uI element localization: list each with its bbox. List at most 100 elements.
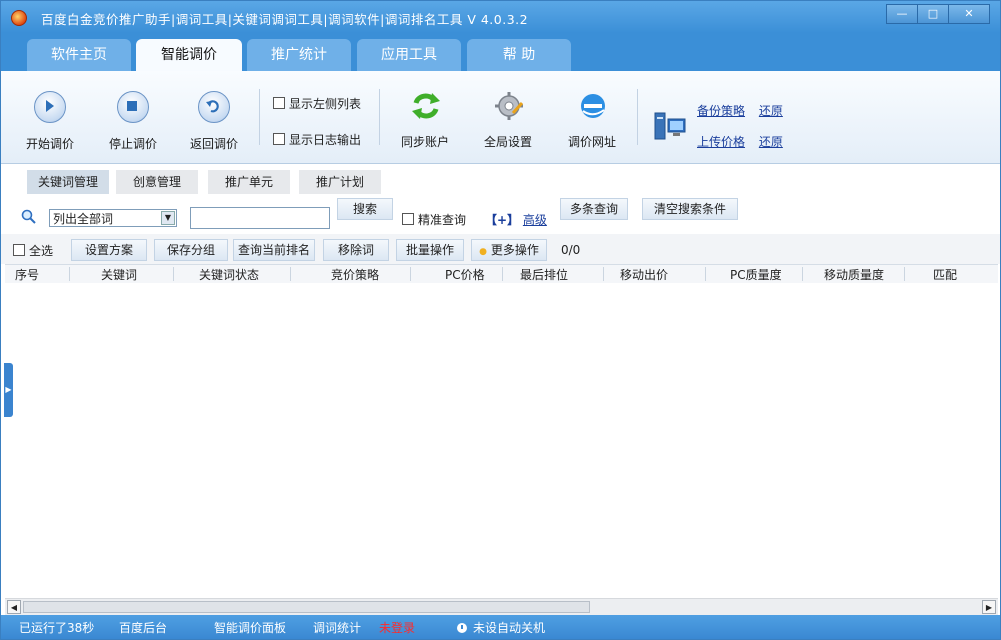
keyword-table-body[interactable] [5,283,998,599]
set-scheme-button[interactable]: 设置方案 [71,239,147,261]
app-window: 百度白金竞价推广助手|调词工具|关键词调词工具|调词软件|调词排名工具 V 4.… [0,0,1001,640]
select-all-checkbox[interactable]: 全选 [13,242,53,259]
column-header[interactable]: 序号 [15,266,39,283]
ribbon-divider [259,89,260,145]
column-divider[interactable] [705,267,706,281]
start-bidding-button[interactable]: 开始调价 [18,91,82,152]
tab-app-tools[interactable]: 应用工具 [357,39,461,71]
stop-bidding-button[interactable]: 停止调价 [101,91,165,152]
subtab-campaign[interactable]: 推广计划 [299,170,381,194]
search-icon [21,209,37,228]
column-header[interactable]: 最后排位 [520,266,568,283]
tab-home[interactable]: 软件主页 [27,39,131,71]
tab-smart-bidding[interactable]: 智能调价 [136,39,242,71]
maximize-button[interactable]: □ [917,4,949,24]
batch-operation-button[interactable]: 批量操作 [396,239,464,261]
computer-icon [653,111,687,144]
subtab-ad-unit[interactable]: 推广单元 [208,170,290,194]
search-button[interactable]: 搜索 [337,198,393,220]
play-icon [34,91,66,123]
column-header[interactable]: PC价格 [445,266,485,283]
backup-row: 备份策略 还原 [697,102,783,119]
column-header[interactable]: 竞价策略 [331,266,379,283]
column-header[interactable]: 移动出价 [620,266,668,283]
window-title: 百度白金竞价推广助手|调词工具|关键词调词工具|调词软件|调词排名工具 V 4.… [41,12,529,27]
tab-promotion-stats[interactable]: 推广统计 [247,39,351,71]
bidding-panel-link[interactable]: 智能调价面板 [214,619,286,636]
search-row: 列出全部词 ▼ 搜索 精准查询 【+】 高级 多条查询 清空搜索条件 [1,198,1000,234]
column-divider[interactable] [173,267,174,281]
action-bar: 全选 设置方案 保存分组 查询当前排名 移除词 批量操作 ● 更多操作 0/0 [1,234,1000,264]
column-divider[interactable] [410,267,411,281]
column-divider[interactable] [603,267,604,281]
show-left-list-checkbox[interactable]: 显示左侧列表 [273,95,361,112]
sync-account-button[interactable]: 同步账户 [393,91,457,150]
checkbox-box[interactable] [402,213,414,225]
global-settings-button[interactable]: 全局设置 [476,91,540,150]
checkbox-box[interactable] [273,97,285,109]
chevron-down-icon[interactable]: ▼ [161,211,175,225]
column-divider[interactable] [69,267,70,281]
column-divider[interactable] [904,267,905,281]
horizontal-scrollbar[interactable]: ◀ ▶ [5,598,998,615]
backup-strategy-link[interactable]: 备份策略 [697,104,745,118]
clear-search-button[interactable]: 清空搜索条件 [642,198,738,220]
ribbon-toolbar: 开始调价 停止调价 返回调价 显示左侧列表 显示日志输出 同步账户 全局设置 调… [1,71,1000,164]
stop-icon [117,91,149,123]
column-header[interactable]: 移动质量度 [824,266,884,283]
expand-left-panel-button[interactable]: ▶ [4,363,13,417]
table-header: 序号 关键词 关键词状态 竞价策略 PC价格 最后排位 移动出价 PC质量度 移… [5,264,998,284]
column-header[interactable]: 关键词状态 [199,266,259,283]
login-status[interactable]: 未登录 [379,619,415,636]
upload-row: 上传价格 还原 [697,133,783,150]
minimize-button[interactable]: — [886,4,918,24]
return-bidding-button[interactable]: 返回调价 [182,91,246,152]
restore-price-link[interactable]: 还原 [759,135,783,149]
selection-count: 0/0 [561,243,581,257]
checkbox-box[interactable] [13,244,25,256]
query-rank-button[interactable]: 查询当前排名 [233,239,315,261]
undo-icon [198,91,230,123]
remove-keyword-button[interactable]: 移除词 [323,239,389,261]
bidding-url-button[interactable]: 调价网址 [560,91,624,150]
upload-price-link[interactable]: 上传价格 [697,135,745,149]
save-group-button[interactable]: 保存分组 [154,239,228,261]
title-bar[interactable]: 百度白金竞价推广助手|调词工具|关键词调词工具|调词软件|调词排名工具 V 4.… [1,1,1000,33]
ribbon-divider [379,89,380,145]
app-logo-icon [11,10,27,26]
column-divider[interactable] [502,267,503,281]
sub-tab-bar: 关键词管理 创意管理 推广单元 推广计划 [1,164,1000,198]
browser-icon [577,91,607,121]
clock-icon [457,623,467,633]
scrollbar-thumb[interactable] [23,601,590,613]
column-divider[interactable] [802,267,803,281]
close-button[interactable]: ✕ [948,4,990,24]
runtime-status: 已运行了38秒 [19,621,95,635]
keyword-filter-select[interactable]: 列出全部词 ▼ [49,209,177,227]
gear-icon [493,91,524,121]
subtab-creative-management[interactable]: 创意管理 [116,170,198,194]
window-controls: — □ ✕ [886,4,990,24]
column-header[interactable]: 关键词 [101,266,137,283]
multi-query-button[interactable]: 多条查询 [560,198,628,220]
column-header[interactable]: 匹配 [933,266,957,283]
main-tab-bar: 软件主页 智能调价 推广统计 应用工具 帮 助 [1,33,1000,71]
scroll-right-arrow-icon[interactable]: ▶ [982,600,996,614]
baidu-backend-link[interactable]: 百度后台 [119,619,167,636]
advanced-search-link[interactable]: 【+】 高级 [485,211,547,228]
show-log-checkbox[interactable]: 显示日志输出 [273,131,361,148]
column-header[interactable]: PC质量度 [730,266,782,283]
exact-query-checkbox[interactable]: 精准查询 [402,211,466,228]
scroll-left-arrow-icon[interactable]: ◀ [7,600,21,614]
column-divider[interactable] [290,267,291,281]
search-input[interactable] [190,207,330,229]
auto-shutdown-status[interactable]: 未设自动关机 [457,619,545,636]
chevron-right-icon: ▶ [5,385,12,394]
subtab-keyword-management[interactable]: 关键词管理 [27,170,109,194]
bidding-stats-link[interactable]: 调词统计 [313,619,361,636]
status-bar: 已运行了38秒 百度后台 智能调价面板 调词统计 未登录 未设自动关机 [1,615,1000,639]
checkbox-box[interactable] [273,133,285,145]
tab-help[interactable]: 帮 助 [467,39,571,71]
more-operations-button[interactable]: ● 更多操作 [471,239,547,261]
restore-strategy-link[interactable]: 还原 [759,104,783,118]
